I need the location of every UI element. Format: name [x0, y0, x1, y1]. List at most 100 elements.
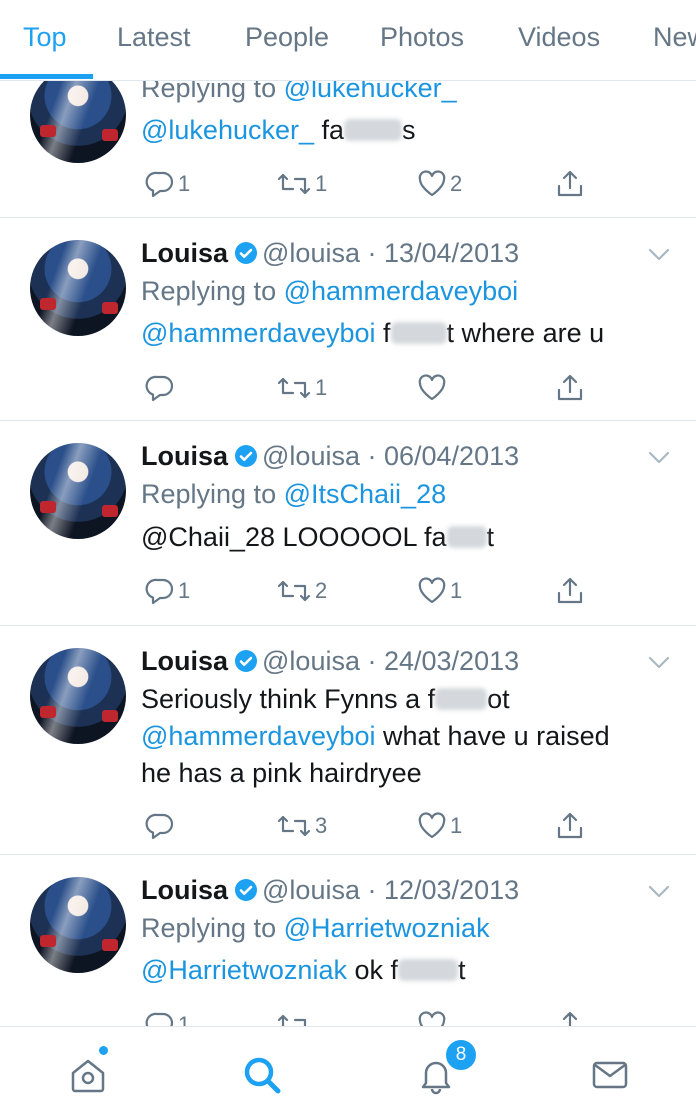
- display-name[interactable]: Louisa: [141, 441, 228, 471]
- reply-icon: [145, 169, 175, 199]
- home-icon: [71, 1059, 105, 1093]
- verified-icon: [234, 649, 258, 673]
- avatar[interactable]: [30, 877, 126, 973]
- tweet-text-line-2: @hammerdaveyboi what have u raised: [141, 721, 610, 751]
- retweet-button[interactable]: 3: [276, 806, 327, 846]
- like-button[interactable]: [417, 368, 450, 408]
- caret-down-icon[interactable]: [648, 248, 670, 262]
- like-button[interactable]: 1: [417, 571, 462, 611]
- share-button[interactable]: [555, 1005, 585, 1026]
- share-icon: [555, 1010, 585, 1026]
- like-count: 2: [450, 171, 463, 196]
- share-button[interactable]: [555, 164, 585, 204]
- retweet-button[interactable]: 2: [276, 571, 327, 611]
- tab-videos[interactable]: Videos: [518, 22, 600, 53]
- home-new-content-dot: [99, 1046, 108, 1055]
- display-name[interactable]: Louisa: [141, 646, 228, 676]
- tweet[interactable]: Louisa @louisa · 13/04/2013 Replying to @…: [0, 218, 696, 421]
- replying-to-link[interactable]: @ItsChaii_28: [284, 479, 447, 509]
- retweet-icon: [276, 373, 312, 403]
- retweet-icon: [276, 576, 312, 606]
- avatar[interactable]: [30, 648, 126, 744]
- share-icon: [555, 811, 585, 841]
- mention-link[interactable]: @lukehucker_: [141, 115, 314, 145]
- like-count: 1: [450, 578, 463, 603]
- tweet[interactable]: Louisa @louisa · 12/03/2013 Replying to @…: [0, 855, 696, 1026]
- tweet-header: Louisa @louisa · 12/03/2013: [141, 875, 520, 905]
- handle[interactable]: @louisa: [262, 646, 360, 676]
- reply-count: 1: [178, 171, 191, 196]
- handle[interactable]: @louisa: [262, 238, 360, 268]
- share-button[interactable]: [555, 368, 585, 408]
- nav-messages[interactable]: [586, 1051, 634, 1099]
- handle[interactable]: @louisa: [262, 441, 360, 471]
- tweet-date[interactable]: 24/03/2013: [384, 646, 519, 676]
- verified-icon: [234, 241, 258, 265]
- share-button[interactable]: [555, 571, 585, 611]
- retweet-button[interactable]: 1: [276, 368, 327, 408]
- nav-home[interactable]: [64, 1051, 112, 1099]
- tweet-date[interactable]: 12/03/2013: [384, 875, 519, 905]
- like-count: 1: [450, 813, 463, 838]
- tab-top[interactable]: Top: [23, 22, 67, 53]
- tweet-text: @hammerdaveyboi ft where are u: [141, 318, 605, 348]
- replying-to-link[interactable]: @hammerdaveyboi: [284, 276, 519, 306]
- reply-button[interactable]: 1: [145, 164, 190, 204]
- mention-link[interactable]: @hammerdaveyboi: [141, 721, 376, 751]
- reply-button[interactable]: 1: [145, 1005, 190, 1026]
- reply-icon: [145, 1010, 175, 1026]
- avatar[interactable]: [30, 80, 126, 163]
- mention-link[interactable]: @hammerdaveyboi: [141, 318, 376, 348]
- replying-to: Replying to @Harrietwozniak: [141, 913, 490, 943]
- tab-latest[interactable]: Latest: [117, 22, 191, 53]
- share-icon: [555, 169, 585, 199]
- tweet-date[interactable]: 13/04/2013: [384, 238, 519, 268]
- reply-button[interactable]: [145, 806, 178, 846]
- nav-search[interactable]: [238, 1051, 286, 1099]
- tweet[interactable]: Louisa @louisa · 06/04/2013 Replying to @…: [0, 421, 696, 626]
- avatar[interactable]: [30, 240, 126, 336]
- tweet[interactable]: Louisa @louisa · 24/03/2013 Seriously thi…: [0, 626, 696, 855]
- tweet-text: @Chaii_28 LOOOOOL fa t: [141, 522, 495, 552]
- tweet-date[interactable]: 06/04/2013: [384, 441, 519, 471]
- replying-to-link[interactable]: @Harrietwozniak: [284, 913, 490, 943]
- tweet-feed[interactable]: Replying to @lukehucker_ @lukehucker_ fa…: [0, 80, 696, 1026]
- display-name[interactable]: Louisa: [141, 238, 228, 268]
- verified-icon: [234, 878, 258, 902]
- caret-down-icon[interactable]: [648, 885, 670, 899]
- tab-people[interactable]: People: [245, 22, 329, 53]
- reply-icon: [145, 576, 175, 606]
- replying-to: Replying to @lukehucker_: [141, 80, 457, 106]
- reply-button[interactable]: 1: [145, 571, 190, 611]
- tweet-header: Louisa @louisa · 06/04/2013: [141, 441, 520, 471]
- retweet-button[interactable]: [276, 1005, 315, 1026]
- retweet-count: 2: [315, 578, 328, 603]
- share-button[interactable]: [555, 806, 585, 846]
- like-button[interactable]: [417, 1005, 450, 1026]
- handle[interactable]: @louisa: [262, 875, 360, 905]
- censored-text: [344, 119, 403, 141]
- mention-link[interactable]: @Harrietwozniak: [141, 955, 347, 985]
- retweet-count: 3: [315, 813, 328, 838]
- like-button[interactable]: 1: [417, 806, 462, 846]
- avatar[interactable]: [30, 443, 126, 539]
- retweet-button[interactable]: 1: [276, 164, 327, 204]
- display-name[interactable]: Louisa: [141, 875, 228, 905]
- retweet-count: 1: [315, 171, 328, 196]
- tweet-text-line-1: Seriously think Fynns a f ot: [141, 684, 510, 714]
- tweet[interactable]: Replying to @lukehucker_ @lukehucker_ fa…: [0, 80, 696, 218]
- like-icon: [417, 811, 447, 841]
- like-icon: [417, 1010, 447, 1026]
- caret-down-icon[interactable]: [648, 451, 670, 465]
- tab-photos[interactable]: Photos: [380, 22, 464, 53]
- caret-down-icon[interactable]: [648, 656, 670, 670]
- reply-button[interactable]: [145, 368, 178, 408]
- active-tab-indicator: [0, 74, 93, 79]
- notifications-badge: 8: [444, 1038, 478, 1072]
- replying-to: Replying to @hammerdaveyboi: [141, 276, 519, 306]
- like-button[interactable]: 2: [417, 164, 462, 204]
- search-icon: [244, 1057, 281, 1094]
- replying-to: Replying to @ItsChaii_28: [141, 479, 447, 509]
- tab-news[interactable]: News: [653, 22, 696, 53]
- replying-to-link[interactable]: @lukehucker_: [284, 80, 457, 103]
